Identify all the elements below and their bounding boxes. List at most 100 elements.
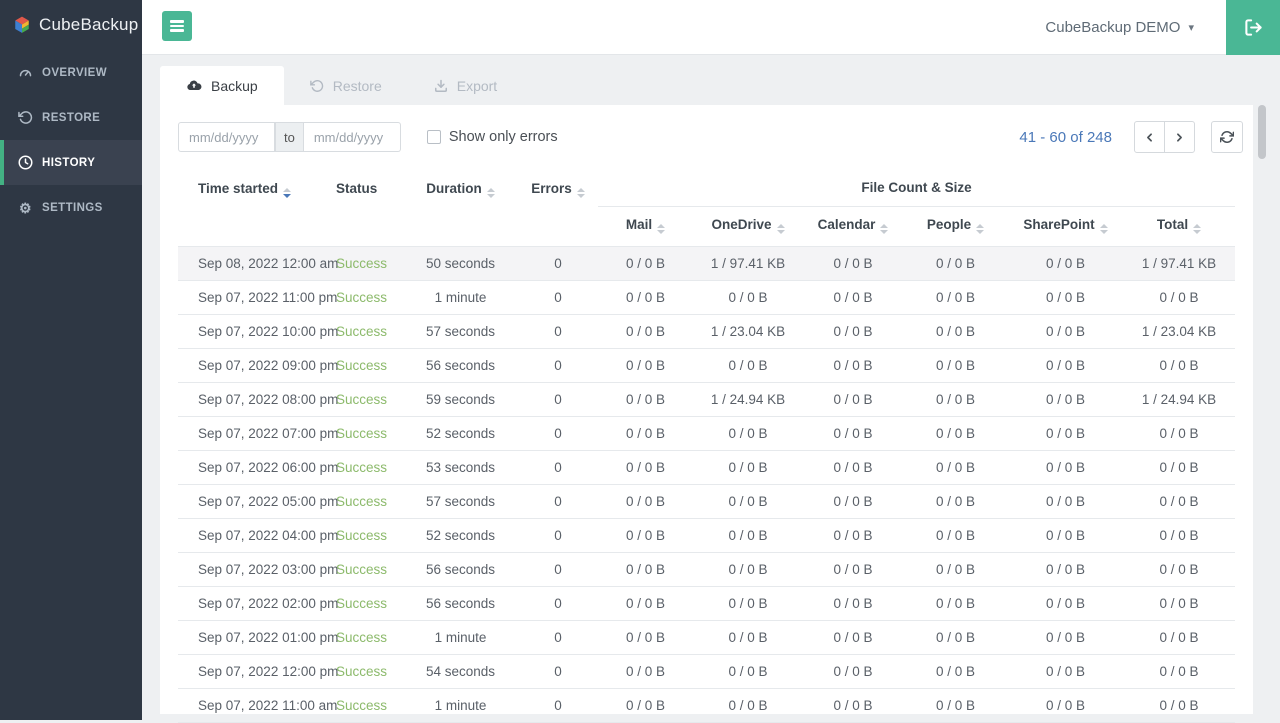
next-page-button[interactable] bbox=[1164, 121, 1195, 153]
duration-cell: 57 seconds bbox=[403, 484, 518, 519]
total-cell: 0 / 0 B bbox=[1123, 518, 1236, 553]
previous-page-button[interactable] bbox=[1134, 121, 1165, 153]
column-header-calendar[interactable]: Calendar bbox=[803, 207, 903, 247]
time-started-cell: Sep 07, 2022 02:00 pm bbox=[178, 586, 338, 621]
sharepoint-cell: 0 / 0 B bbox=[1008, 382, 1123, 417]
errors-cell: 0 bbox=[518, 450, 598, 485]
table-row[interactable]: Sep 07, 2022 01:00 pm Success 1 minute 0 0 /… bbox=[178, 620, 1236, 655]
vertical-scrollbar-thumb[interactable] bbox=[1258, 105, 1266, 159]
table-row[interactable]: Sep 07, 2022 11:00 pm Success 1 minute 0 0 /… bbox=[178, 280, 1236, 315]
status-cell[interactable]: Success bbox=[328, 484, 403, 519]
status-cell[interactable]: Success bbox=[328, 552, 403, 587]
status-cell[interactable]: Success bbox=[328, 348, 403, 383]
duration-cell: 1 minute bbox=[403, 688, 518, 723]
duration-cell: 56 seconds bbox=[403, 552, 518, 587]
status-cell[interactable]: Success bbox=[328, 416, 403, 451]
tab-restore[interactable]: Restore bbox=[284, 66, 408, 105]
time-started-cell: Sep 07, 2022 05:00 pm bbox=[178, 484, 338, 519]
column-header-mail[interactable]: Mail bbox=[598, 207, 693, 247]
table-row[interactable]: Sep 08, 2022 12:00 am Success 50 seconds 0 0… bbox=[178, 246, 1236, 281]
sidebar-item-restore[interactable]: RESTORE bbox=[0, 95, 142, 140]
calendar-cell: 0 / 0 B bbox=[803, 654, 903, 689]
sharepoint-cell: 0 / 0 B bbox=[1008, 280, 1123, 315]
menu-toggle-button[interactable] bbox=[162, 11, 192, 41]
date-from-input[interactable] bbox=[178, 122, 275, 152]
account-label: CubeBackup DEMO bbox=[1045, 18, 1181, 36]
sidebar-item-history[interactable]: HISTORY bbox=[0, 140, 142, 185]
status-cell[interactable]: Success bbox=[328, 246, 403, 281]
sharepoint-cell: 0 / 0 B bbox=[1008, 246, 1123, 281]
table-row[interactable]: Sep 07, 2022 07:00 pm Success 52 seconds 0 0… bbox=[178, 416, 1236, 451]
export-icon bbox=[434, 79, 448, 93]
date-to-input[interactable] bbox=[303, 122, 401, 152]
refresh-button[interactable] bbox=[1211, 121, 1243, 153]
people-cell: 0 / 0 B bbox=[903, 348, 1008, 383]
table-row[interactable]: Sep 07, 2022 08:00 pm Success 59 seconds 0 0… bbox=[178, 382, 1236, 417]
column-header-sharepoint[interactable]: SharePoint bbox=[1008, 207, 1123, 247]
column-header-duration[interactable]: Duration bbox=[403, 171, 518, 247]
show-only-errors-label: Show only errors bbox=[448, 129, 558, 145]
status-cell[interactable]: Success bbox=[328, 586, 403, 621]
logout-button[interactable] bbox=[1226, 0, 1280, 55]
mail-cell: 0 / 0 B bbox=[598, 484, 693, 519]
status-cell[interactable]: Success bbox=[328, 450, 403, 485]
errors-cell: 0 bbox=[518, 416, 598, 451]
table-row[interactable]: Sep 07, 2022 12:00 pm Success 54 seconds 0 0… bbox=[178, 654, 1236, 689]
table-row[interactable]: Sep 07, 2022 06:00 pm Success 53 seconds 0 0… bbox=[178, 450, 1236, 485]
status-cell[interactable]: Success bbox=[328, 688, 403, 723]
calendar-cell: 0 / 0 B bbox=[803, 586, 903, 621]
calendar-cell: 0 / 0 B bbox=[803, 450, 903, 485]
table-row[interactable]: Sep 07, 2022 04:00 pm Success 52 seconds 0 0… bbox=[178, 518, 1236, 553]
mail-cell: 0 / 0 B bbox=[598, 654, 693, 689]
status-cell[interactable]: Success bbox=[328, 280, 403, 315]
table-row[interactable]: Sep 07, 2022 11:00 am Success 1 minute 0 0 /… bbox=[178, 688, 1236, 723]
sharepoint-cell: 0 / 0 B bbox=[1008, 450, 1123, 485]
tab-backup[interactable]: Backup bbox=[160, 66, 284, 105]
status-cell[interactable]: Success bbox=[328, 314, 403, 349]
mail-cell: 0 / 0 B bbox=[598, 552, 693, 587]
sidebar-item-settings[interactable]: ⚙ SETTINGS bbox=[0, 185, 142, 230]
mail-cell: 0 / 0 B bbox=[598, 518, 693, 553]
sidebar-item-overview[interactable]: OVERVIEW bbox=[0, 50, 142, 95]
column-header-onedrive[interactable]: OneDrive bbox=[693, 207, 803, 247]
status-cell[interactable]: Success bbox=[328, 382, 403, 417]
sort-icon bbox=[576, 188, 585, 198]
hamburger-icon bbox=[170, 20, 184, 23]
sort-icon bbox=[283, 188, 292, 198]
account-menu[interactable]: CubeBackup DEMO ▾ bbox=[1045, 0, 1194, 54]
mail-cell: 0 / 0 B bbox=[598, 416, 693, 451]
column-header-people[interactable]: People bbox=[903, 207, 1008, 247]
brand-name: CubeBackup bbox=[39, 15, 139, 34]
status-cell[interactable]: Success bbox=[328, 654, 403, 689]
total-cell: 0 / 0 B bbox=[1123, 416, 1236, 451]
sort-icon bbox=[776, 224, 785, 234]
show-only-errors-checkbox[interactable] bbox=[426, 130, 441, 144]
app-logo[interactable]: CubeBackup bbox=[0, 0, 142, 50]
table-row[interactable]: Sep 07, 2022 10:00 pm Success 57 seconds 0 0… bbox=[178, 314, 1236, 349]
sidebar-item-label: HISTORY bbox=[42, 156, 96, 169]
column-header-time-started[interactable]: Time started bbox=[178, 171, 328, 247]
column-header-errors[interactable]: Errors bbox=[518, 171, 598, 247]
table-row[interactable]: Sep 07, 2022 03:00 pm Success 56 seconds 0 0… bbox=[178, 552, 1236, 587]
tab-export[interactable]: Export bbox=[408, 66, 523, 105]
status-cell[interactable]: Success bbox=[328, 620, 403, 655]
total-cell: 0 / 0 B bbox=[1123, 280, 1236, 315]
sharepoint-cell: 0 / 0 B bbox=[1008, 314, 1123, 349]
table-row[interactable]: Sep 07, 2022 02:00 pm Success 56 seconds 0 0… bbox=[178, 586, 1236, 621]
table-row[interactable]: Sep 07, 2022 05:00 pm Success 57 seconds 0 0… bbox=[178, 484, 1236, 519]
date-range-group: to bbox=[178, 122, 401, 152]
total-cell: 0 / 0 B bbox=[1123, 552, 1236, 587]
time-started-cell: Sep 07, 2022 04:00 pm bbox=[178, 518, 338, 553]
time-started-cell: Sep 07, 2022 11:00 pm bbox=[178, 280, 337, 315]
tab-label: Backup bbox=[211, 77, 258, 94]
sort-icon bbox=[486, 188, 495, 198]
show-only-errors-toggle[interactable]: Show only errors bbox=[426, 129, 558, 145]
sharepoint-cell: 0 / 0 B bbox=[1008, 688, 1123, 723]
table-body: Sep 08, 2022 12:00 am Success 50 seconds 0 0… bbox=[178, 246, 1236, 723]
errors-cell: 0 bbox=[518, 314, 598, 349]
time-started-cell: Sep 07, 2022 10:00 pm bbox=[178, 314, 338, 349]
column-header-total[interactable]: Total bbox=[1123, 207, 1235, 247]
calendar-cell: 0 / 0 B bbox=[803, 314, 903, 349]
status-cell[interactable]: Success bbox=[328, 518, 403, 553]
table-row[interactable]: Sep 07, 2022 09:00 pm Success 56 seconds 0 0… bbox=[178, 348, 1236, 383]
